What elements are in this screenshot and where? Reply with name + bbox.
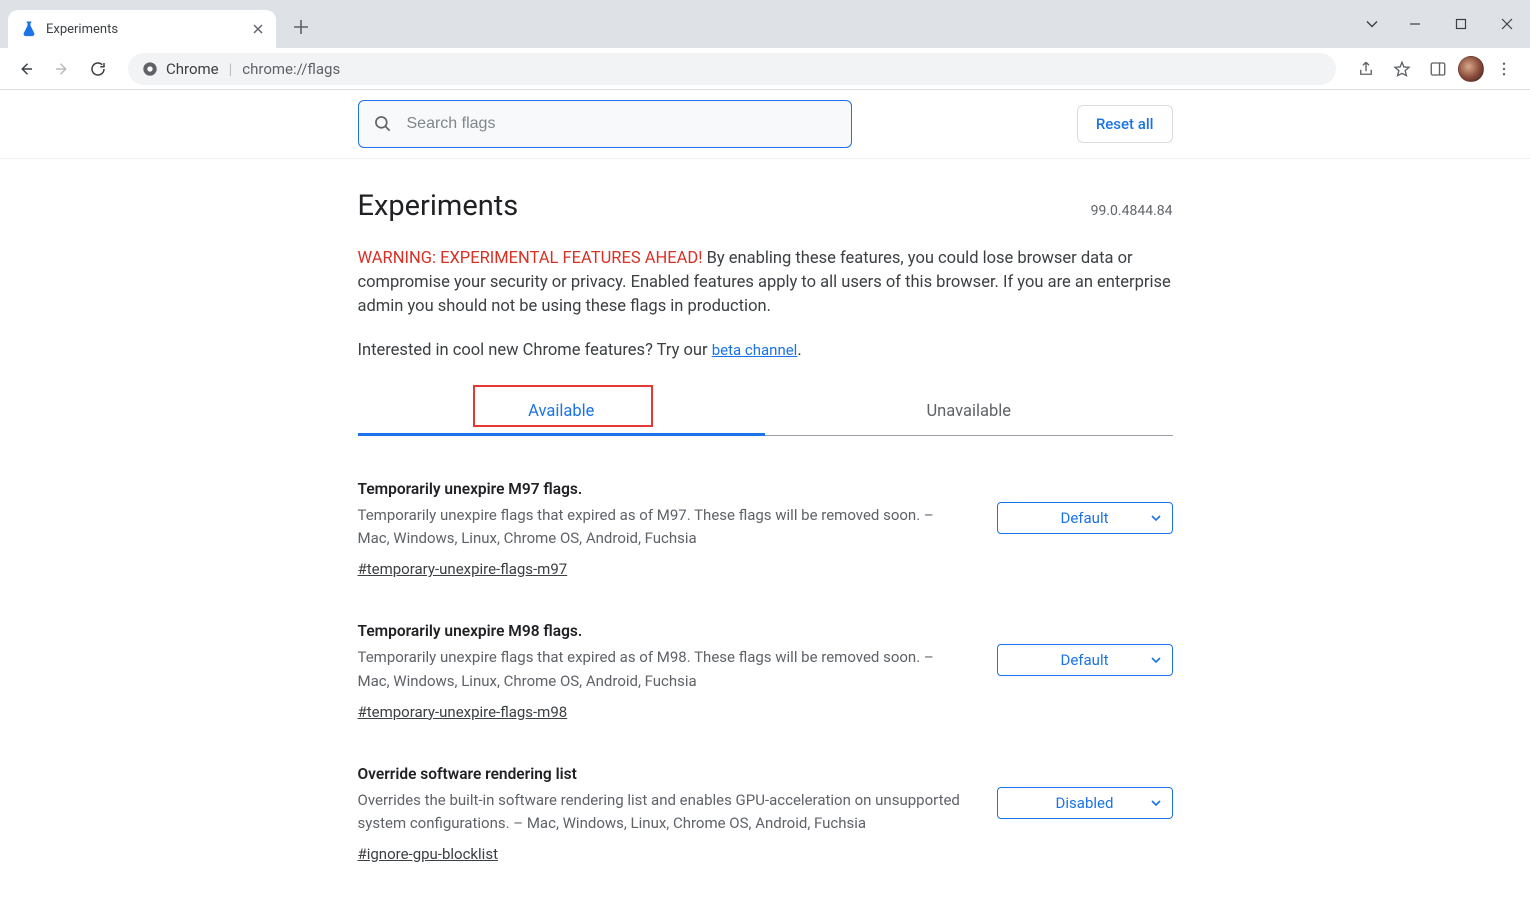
browser-toolbar: Chrome | chrome://flags [0, 48, 1530, 90]
content-viewport[interactable]: Reset all Experiments 99.0.4844.84 WARNI… [0, 90, 1530, 902]
beta-prefix: Interested in cool new Chrome features? … [358, 341, 712, 360]
chevron-down-icon [1150, 654, 1162, 666]
tab-unavailable-label: Unavailable [926, 402, 1011, 421]
back-button[interactable] [10, 53, 42, 85]
beta-suffix: . [797, 341, 801, 360]
flask-icon [20, 20, 38, 38]
share-icon[interactable] [1350, 53, 1382, 85]
search-icon [373, 114, 393, 134]
flag-entry: Temporarily unexpire M98 flags. Temporar… [358, 622, 1173, 721]
side-panel-icon[interactable] [1422, 53, 1454, 85]
flag-hash-link[interactable]: #temporary-unexpire-flags-m97 [358, 560, 568, 578]
chrome-icon [142, 61, 158, 77]
reset-all-label: Reset all [1096, 115, 1154, 133]
address-bar[interactable]: Chrome | chrome://flags [128, 53, 1336, 85]
flags-tab-bar: Available Unavailable [358, 388, 1173, 436]
flag-description: Temporarily unexpire flags that expired … [358, 646, 969, 693]
page-title: Experiments [358, 189, 519, 223]
tab-available[interactable]: Available [358, 388, 766, 435]
flag-dropdown-value: Disabled [1056, 794, 1114, 812]
tab-title: Experiments [46, 22, 242, 37]
close-icon[interactable] [250, 21, 266, 37]
window-maximize-button[interactable] [1438, 4, 1484, 44]
search-flags-field[interactable] [358, 100, 852, 148]
flag-dropdown[interactable]: Disabled [997, 787, 1173, 819]
version-label: 99.0.4844.84 [1091, 203, 1173, 219]
flag-description: Temporarily unexpire flags that expired … [358, 504, 969, 551]
tabs-dropdown-button[interactable] [1352, 4, 1392, 44]
warning-text: WARNING: EXPERIMENTAL FEATURES AHEAD! By… [358, 247, 1173, 319]
flag-dropdown[interactable]: Default [997, 644, 1173, 676]
flag-entry: Temporarily unexpire M97 flags. Temporar… [358, 480, 1173, 579]
flag-list: Temporarily unexpire M97 flags. Temporar… [358, 480, 1173, 864]
tab-underline [358, 433, 766, 436]
omnibox-origin: Chrome [166, 60, 219, 78]
omnibox-url: chrome://flags [242, 60, 340, 78]
flag-dropdown-value: Default [1061, 651, 1109, 669]
window-minimize-button[interactable] [1392, 4, 1438, 44]
reload-button[interactable] [82, 53, 114, 85]
flag-title: Temporarily unexpire M97 flags. [358, 480, 969, 498]
warning-heading: WARNING: EXPERIMENTAL FEATURES AHEAD! [358, 249, 703, 268]
flag-dropdown[interactable]: Default [997, 502, 1173, 534]
omnibox-separator: | [229, 60, 233, 78]
flag-hash-link[interactable]: #ignore-gpu-blocklist [358, 845, 498, 863]
new-tab-button[interactable] [286, 12, 316, 42]
reset-all-button[interactable]: Reset all [1077, 105, 1173, 143]
bookmark-icon[interactable] [1386, 53, 1418, 85]
search-input[interactable] [405, 114, 837, 134]
tab-available-label: Available [528, 402, 594, 421]
beta-channel-link[interactable]: beta channel [712, 341, 798, 359]
browser-tab-strip: Experiments [0, 0, 1530, 48]
forward-button[interactable] [46, 53, 78, 85]
flag-hash-link[interactable]: #temporary-unexpire-flags-m98 [358, 703, 568, 721]
profile-avatar[interactable] [1458, 56, 1484, 82]
window-close-button[interactable] [1484, 4, 1530, 44]
browser-tab-active[interactable]: Experiments [8, 10, 276, 48]
flag-title: Override software rendering list [358, 765, 969, 783]
flag-entry: Override software rendering list Overrid… [358, 765, 1173, 864]
menu-icon[interactable] [1488, 53, 1520, 85]
chevron-down-icon [1150, 512, 1162, 524]
flag-title: Temporarily unexpire M98 flags. [358, 622, 969, 640]
beta-row: Interested in cool new Chrome features? … [358, 341, 1173, 360]
window-controls [1352, 0, 1530, 48]
tab-unavailable[interactable]: Unavailable [765, 388, 1173, 435]
flag-dropdown-value: Default [1061, 509, 1109, 527]
flag-description: Overrides the built-in software renderin… [358, 789, 969, 836]
chevron-down-icon [1150, 797, 1162, 809]
